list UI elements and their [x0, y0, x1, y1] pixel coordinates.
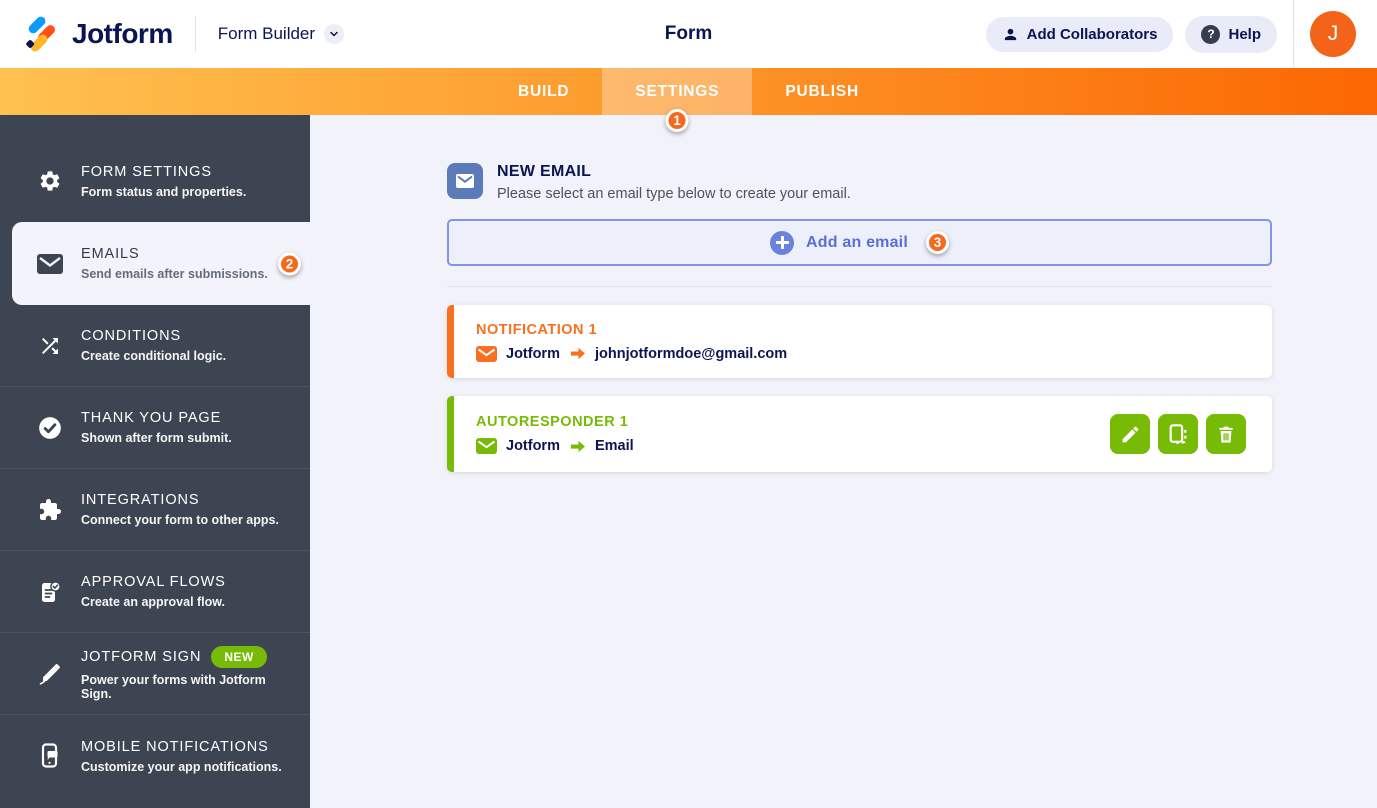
puzzle-icon [36, 498, 63, 522]
tab-settings-label: SETTINGS [635, 82, 720, 100]
sidebar-item-title: APPROVAL FLOWS [81, 574, 226, 590]
email-to: Email [594, 438, 634, 454]
email-to: johnjotformdoe@gmail.com [594, 345, 788, 362]
top-header: Jotform Form Builder Form Add Collaborat… [0, 0, 1377, 68]
header-divider [1293, 0, 1294, 68]
email-from: Jotform [506, 438, 560, 454]
sidebar-item-subtitle: Create conditional logic. [81, 349, 227, 363]
sidebar-item-integrations[interactable]: INTEGRATIONS Connect your form to other … [0, 469, 310, 551]
header-divider [194, 16, 196, 52]
email-card-autoresponder[interactable]: AUTORESPONDER 1 Jotform Email [447, 396, 1272, 472]
email-card-title: NOTIFICATION 1 [476, 321, 598, 338]
document-check-icon [36, 580, 63, 604]
pencil-icon [1120, 424, 1141, 445]
pen-icon [36, 662, 63, 686]
sidebar-item-thank-you-page[interactable]: THANK YOU PAGE Shown after form submit. [0, 387, 310, 469]
check-circle-icon [36, 415, 63, 441]
shuffle-icon [36, 334, 63, 358]
add-collaborators-label: Add Collaborators [1026, 25, 1158, 43]
page-title: Form [664, 23, 713, 44]
person-icon [1002, 26, 1019, 43]
delete-email-button[interactable] [1206, 414, 1246, 454]
sidebar-item-title: MOBILE NOTIFICATIONS [81, 738, 269, 755]
jotform-logo-icon [24, 15, 62, 53]
add-collaborators-button[interactable]: Add Collaborators [985, 16, 1174, 52]
envelope-icon [36, 253, 63, 274]
mobile-icon [36, 743, 63, 769]
edit-email-button[interactable] [1110, 414, 1150, 454]
duplicate-icon [1167, 423, 1189, 445]
add-an-email-label: Add an email [806, 233, 908, 251]
add-an-email-button[interactable]: Add an email 3 [447, 219, 1272, 266]
duplicate-email-button[interactable] [1158, 414, 1198, 454]
sidebar-item-subtitle: Power your forms with Jotform Sign. [81, 673, 266, 701]
settings-sidebar: FORM SETTINGS Form status and properties… [0, 115, 310, 808]
tab-publish[interactable]: PUBLISH [752, 68, 892, 115]
sidebar-item-subtitle: Send emails after submissions. [81, 267, 268, 281]
step-badge-3: 3 [925, 231, 949, 254]
sidebar-item-emails[interactable]: EMAILS Send emails after submissions. 2 [12, 222, 310, 305]
section-title: NEW EMAIL [497, 163, 592, 180]
sidebar-item-mobile-notifications[interactable]: MOBILE NOTIFICATIONS Customize your app … [0, 715, 310, 797]
envelope-icon [476, 438, 497, 454]
envelope-icon [476, 345, 497, 362]
content-divider [447, 286, 1272, 287]
sidebar-item-conditions[interactable]: CONDITIONS Create conditional logic. [0, 305, 310, 387]
help-button[interactable]: ? Help [1185, 15, 1277, 53]
sidebar-item-jotform-sign[interactable]: JOTFORM SIGN NEW Power your forms with J… [0, 633, 310, 715]
new-email-icon [447, 163, 483, 199]
user-avatar[interactable]: J [1310, 11, 1356, 57]
sidebar-item-subtitle: Connect your form to other apps. [81, 513, 279, 527]
email-from: Jotform [506, 345, 560, 362]
plus-icon [770, 230, 794, 255]
sidebar-item-title: CONDITIONS [81, 328, 182, 344]
arrow-right-icon [569, 346, 586, 361]
question-mark-icon: ? [1201, 24, 1221, 44]
step-badge-2: 2 [278, 252, 301, 275]
chevron-down-icon [324, 24, 345, 44]
new-email-section-header: NEW EMAIL Please select an email type be… [447, 163, 1272, 202]
tab-build-label: BUILD [518, 82, 570, 100]
sidebar-item-form-settings[interactable]: FORM SETTINGS Form status and properties… [0, 140, 310, 222]
trash-icon [1216, 424, 1236, 445]
sidebar-item-title: JOTFORM SIGN [81, 649, 202, 665]
help-label: Help [1228, 25, 1261, 43]
product-switcher[interactable]: Form Builder [217, 24, 345, 44]
sidebar-item-approval-flows[interactable]: APPROVAL FLOWS Create an approval flow. [0, 551, 310, 633]
step-badge-1: 1 [665, 109, 689, 132]
emails-settings-panel: NEW EMAIL Please select an email type be… [310, 115, 1377, 808]
sidebar-item-title: INTEGRATIONS [81, 492, 200, 508]
sidebar-item-subtitle: Shown after form submit. [81, 431, 232, 445]
builder-tabbar: BUILD SETTINGS 1 PUBLISH [0, 68, 1377, 132]
sidebar-item-title: THANK YOU PAGE [81, 410, 222, 426]
email-card-notification[interactable]: NOTIFICATION 1 Jotform johnjotformdoe@gm… [447, 305, 1272, 378]
arrow-right-icon [569, 439, 586, 454]
tab-publish-label: PUBLISH [785, 82, 859, 100]
sidebar-item-title: EMAILS [81, 246, 140, 262]
jotform-logo[interactable]: Jotform [24, 15, 173, 53]
sidebar-item-subtitle: Customize your app notifications. [81, 759, 282, 774]
tab-build[interactable]: BUILD [485, 68, 602, 115]
section-subtitle: Please select an email type below to cre… [497, 186, 851, 202]
sidebar-item-title: FORM SETTINGS [81, 163, 212, 180]
sidebar-item-subtitle: Form status and properties. [81, 184, 247, 199]
jotform-logo-text: Jotform [72, 18, 173, 49]
sidebar-item-subtitle: Create an approval flow. [81, 595, 226, 609]
gear-icon [36, 169, 63, 193]
tab-settings[interactable]: SETTINGS 1 [602, 68, 753, 132]
product-label: Form Builder [217, 24, 316, 43]
new-badge: NEW [211, 646, 267, 668]
